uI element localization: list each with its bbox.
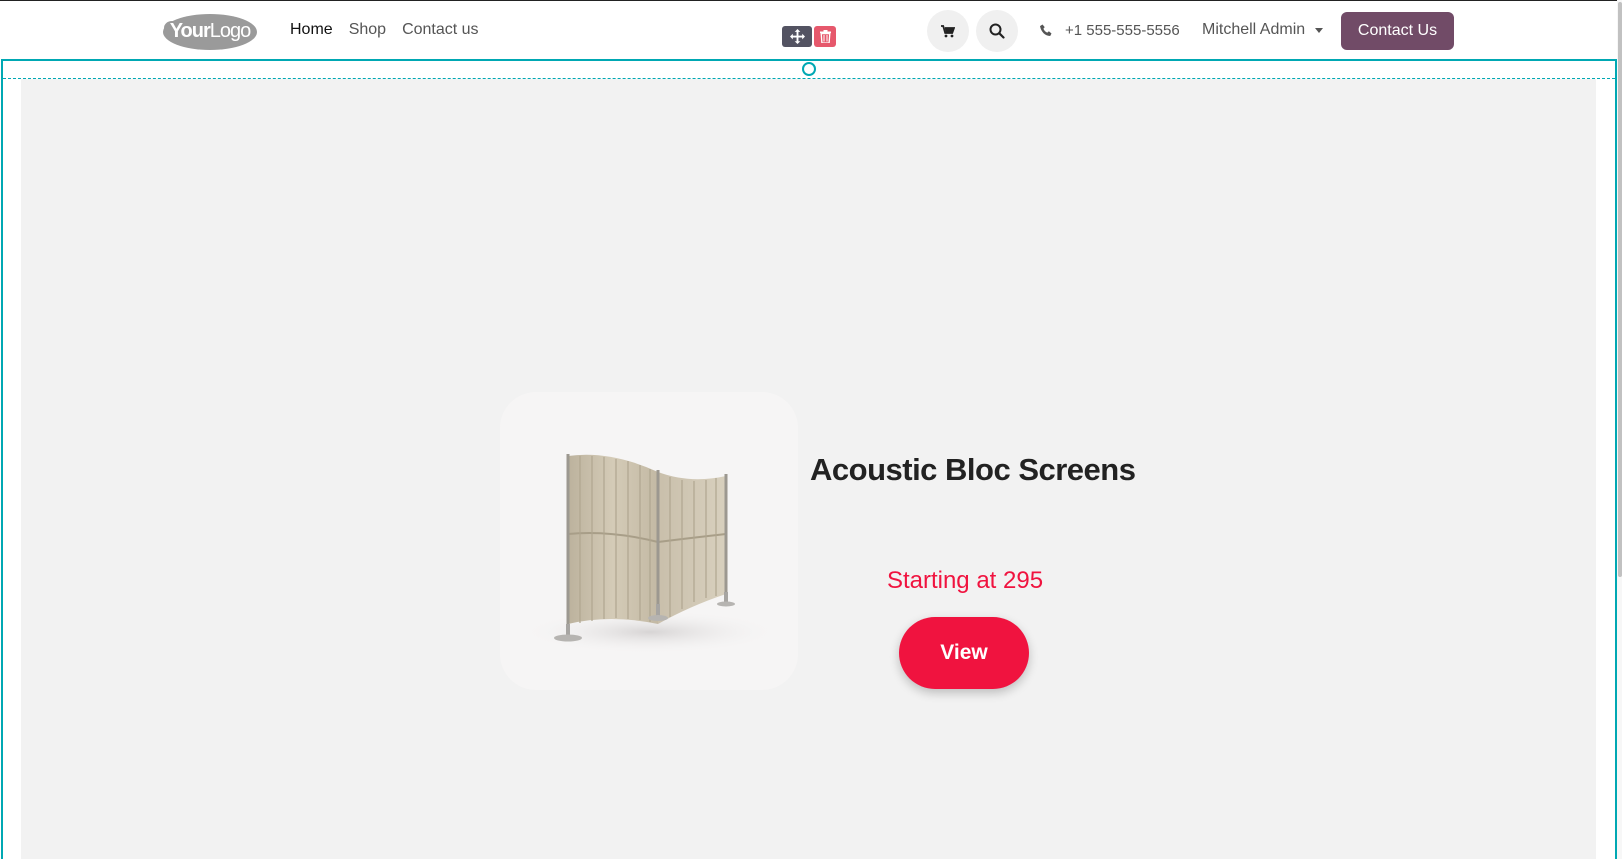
phone-number: +1 555-555-5556 (1065, 21, 1180, 39)
nav-contact-us[interactable]: Contact us (402, 21, 478, 39)
cart-icon (941, 24, 955, 37)
chevron-down-icon (1315, 27, 1324, 33)
delete-handle[interactable] (814, 26, 836, 47)
scrollbar-thumb[interactable] (1618, 2, 1622, 577)
nav-home[interactable]: Home (290, 21, 333, 39)
resize-handle[interactable] (802, 62, 816, 76)
contact-us-button[interactable]: Contact Us (1341, 12, 1454, 50)
trash-icon (819, 30, 831, 43)
cart-button[interactable] (927, 10, 969, 52)
selection-padding-guide (3, 78, 1615, 79)
user-name: Mitchell Admin (1202, 21, 1306, 38)
product-price: Starting at 295 (886, 567, 1044, 594)
move-handle[interactable] (782, 26, 812, 47)
view-button[interactable]: View (899, 617, 1029, 689)
acoustic-screen-image (520, 454, 780, 654)
main-nav: Home Shop Contact us (290, 1, 479, 59)
search-button[interactable] (976, 10, 1018, 52)
product-title: Acoustic Bloc Screens (810, 452, 1136, 487)
selection-frame (1, 59, 1617, 859)
site-logo[interactable]: Your Logo (162, 11, 258, 51)
phone-link[interactable]: +1 555-555-5556 (1040, 1, 1180, 59)
phone-icon (1040, 24, 1052, 36)
user-menu[interactable]: Mitchell Admin (1202, 1, 1324, 59)
nav-shop[interactable]: Shop (349, 21, 386, 39)
move-icon (789, 29, 805, 44)
product-image-card[interactable] (500, 392, 798, 690)
search-icon (989, 23, 1005, 39)
